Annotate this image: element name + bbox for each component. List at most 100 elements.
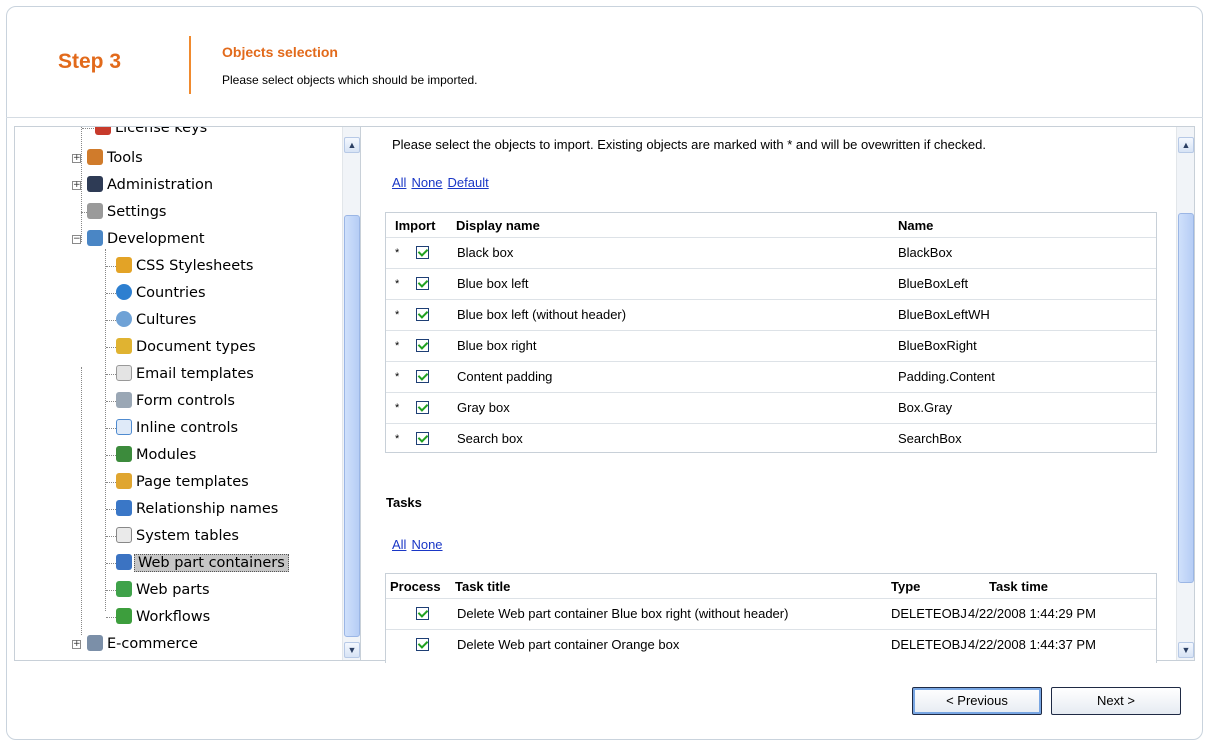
tree-connector	[106, 509, 116, 510]
task-row: Delete Web part container Orange box DEL…	[386, 629, 1156, 660]
scroll-down-icon[interactable]: ▼	[1178, 642, 1194, 658]
license-keys-icon	[95, 127, 111, 135]
web-parts-icon	[116, 581, 132, 597]
import-checkbox[interactable]	[416, 401, 429, 414]
scroll-up-icon[interactable]: ▲	[344, 137, 360, 153]
scroll-thumb[interactable]	[1178, 213, 1194, 583]
tree-item-tools[interactable]: + Tools	[70, 147, 145, 169]
name-cell: BlueBoxLeft	[898, 276, 969, 291]
table-row: * Blue box right BlueBoxRight	[386, 330, 1156, 361]
tree-item-label: License keys	[115, 127, 208, 136]
name-cell: BlackBox	[898, 245, 953, 260]
import-checkbox[interactable]	[416, 246, 429, 259]
task-type-cell: DELETEOBJ	[891, 606, 967, 621]
import-checkbox[interactable]	[416, 277, 429, 290]
tree-item-administration[interactable]: + Administration	[70, 174, 215, 196]
tree-connector	[106, 401, 116, 402]
tree-item-label: Development	[107, 231, 205, 247]
tree-item-web-part-containers[interactable]: Web part containers	[106, 552, 289, 574]
existing-marker: *	[395, 402, 400, 414]
tree-item-form-controls[interactable]: Form controls	[106, 390, 237, 412]
column-header-task-title: Task title	[455, 579, 511, 594]
step-title: Step 3	[58, 50, 122, 73]
table-row: * Search box SearchBox	[386, 423, 1156, 454]
scroll-up-icon[interactable]: ▲	[1178, 137, 1194, 153]
display-name-cell: Blue box left	[457, 276, 529, 291]
tree-connector	[106, 590, 116, 591]
next-button[interactable]: Next >	[1051, 687, 1181, 715]
tree-connector	[106, 482, 116, 483]
tree-scrollbar[interactable]: ▲ ▼	[342, 127, 360, 660]
tools-icon	[87, 149, 103, 165]
select-none-link[interactable]: None	[411, 175, 442, 190]
section-description: Please select objects which should be im…	[222, 73, 478, 87]
tree-item-label: Tools	[107, 150, 143, 166]
tree-item-web-parts[interactable]: Web parts	[106, 579, 212, 601]
brush-icon	[116, 257, 132, 273]
import-instructions: Please select the objects to import. Exi…	[392, 137, 986, 152]
task-selection-links: All None	[392, 537, 448, 552]
previous-button[interactable]: < Previous	[912, 687, 1042, 715]
wrench-icon	[87, 203, 103, 219]
tasks-select-none-link[interactable]: None	[411, 537, 442, 552]
tree-item-countries[interactable]: Countries	[106, 282, 208, 304]
administration-icon	[87, 176, 103, 192]
tree-item-relationship-names[interactable]: Relationship names	[106, 498, 280, 520]
tree-item-workflows[interactable]: Workflows	[106, 606, 212, 628]
inline-controls-icon	[116, 419, 132, 435]
tasks-heading: Tasks	[386, 495, 422, 510]
column-header-type: Type	[891, 579, 921, 594]
import-checkbox[interactable]	[416, 339, 429, 352]
tree-item-e-commerce[interactable]: + E-commerce	[70, 633, 200, 655]
expand-toggle[interactable]: +	[72, 640, 81, 649]
tree-connector	[106, 536, 116, 537]
column-header-task-time: Task time	[989, 579, 1049, 594]
select-default-link[interactable]: Default	[448, 175, 489, 190]
tree-item-document-types[interactable]: Document types	[106, 336, 258, 358]
import-checkbox[interactable]	[416, 308, 429, 321]
task-title-cell: Delete Web part container Blue box right…	[457, 606, 789, 621]
content-scrollbar[interactable]: ▲ ▼	[1176, 127, 1194, 660]
tree-connector	[106, 320, 116, 321]
tasks-select-all-link[interactable]: All	[392, 537, 406, 552]
relationship-icon	[116, 500, 132, 516]
tree-item-license-keys[interactable]: License keys	[73, 127, 209, 139]
tree-item-system-tables[interactable]: System tables	[106, 525, 241, 547]
tree-item-label: Web part containers	[134, 554, 289, 572]
envelope-icon	[116, 365, 132, 381]
import-checkbox[interactable]	[416, 370, 429, 383]
expand-toggle[interactable]: +	[72, 154, 81, 163]
table-row: * Content padding Padding.Content	[386, 361, 1156, 392]
column-header-import: Import	[395, 218, 436, 233]
objects-table: Import Display name Name * Black box Bla…	[385, 212, 1157, 453]
collapse-toggle[interactable]: −	[72, 235, 81, 244]
process-checkbox[interactable]	[416, 607, 429, 620]
name-cell: SearchBox	[898, 431, 962, 446]
name-cell: Padding.Content	[898, 369, 995, 384]
scroll-down-icon[interactable]: ▼	[344, 642, 360, 658]
tree-connector	[106, 293, 116, 294]
tree-item-email-templates[interactable]: Email templates	[106, 363, 256, 385]
tree-item-cultures[interactable]: Cultures	[106, 309, 198, 331]
tree-item-label: Inline controls	[136, 420, 239, 436]
process-checkbox[interactable]	[416, 638, 429, 651]
expand-toggle[interactable]: +	[72, 181, 81, 190]
import-checkbox[interactable]	[416, 432, 429, 445]
tree-item-label: CSS Stylesheets	[136, 258, 254, 274]
scroll-thumb[interactable]	[344, 215, 360, 637]
task-time-cell: 4/22/2008 1:44:29 PM	[968, 606, 1096, 621]
tree-item-modules[interactable]: Modules	[106, 444, 198, 466]
tree-item-label: Relationship names	[136, 501, 279, 517]
task-title-cell: Delete Web part container Orange box	[457, 637, 680, 652]
tree-item-inline-controls[interactable]: Inline controls	[106, 417, 240, 439]
task-type-cell: DELETEOBJ	[891, 637, 967, 652]
select-all-link[interactable]: All	[392, 175, 406, 190]
table-row: * Gray box Box.Gray	[386, 392, 1156, 423]
tree-item-page-templates[interactable]: Page templates	[106, 471, 251, 493]
tree-item-css-stylesheets[interactable]: CSS Stylesheets	[106, 255, 255, 277]
existing-marker: *	[395, 433, 400, 445]
header-separator	[6, 117, 1203, 118]
tree-item-development[interactable]: − Development	[70, 228, 207, 250]
tree-connector	[82, 128, 96, 129]
tree-item-settings[interactable]: Settings	[70, 201, 168, 223]
